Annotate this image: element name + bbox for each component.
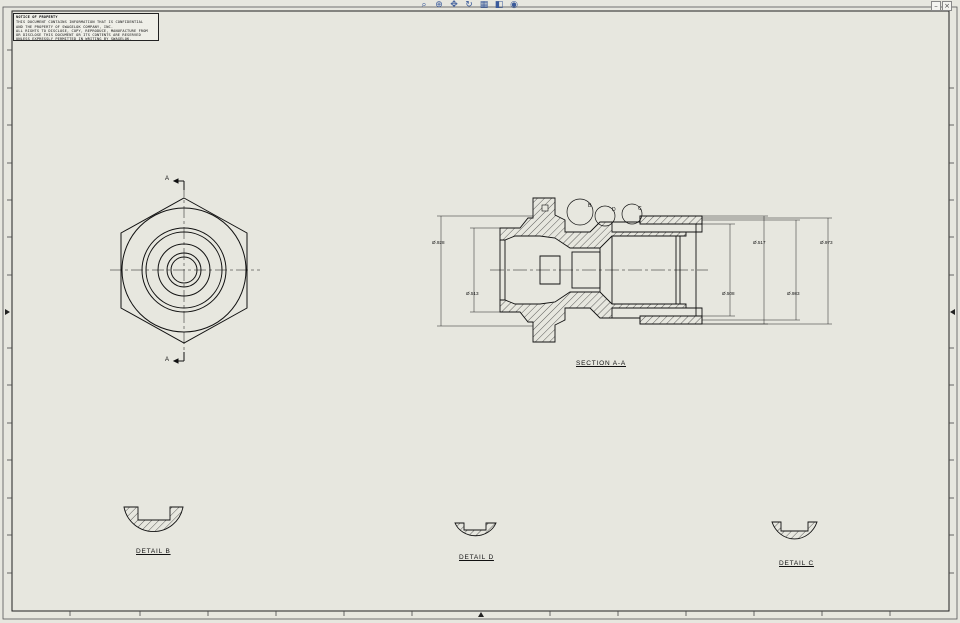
view-settings-icon[interactable]: ▦ <box>478 0 490 10</box>
pan-icon[interactable]: ✥ <box>448 0 460 10</box>
detail-d-label[interactable]: DETAIL D <box>459 554 494 561</box>
view-toolbar: ⌕ ⊕ ✥ ↻ ▦ ◧ ◉ <box>418 0 520 11</box>
detail-b-label[interactable]: DETAIL B <box>136 548 171 555</box>
detail-b-view[interactable] <box>123 506 184 532</box>
dimension-text[interactable]: Ø.983 <box>787 291 800 296</box>
dimension-text[interactable]: Ø.517 <box>753 240 766 245</box>
callout-b: B <box>588 203 592 209</box>
callout-c: C <box>638 206 642 212</box>
dimension-text[interactable]: Ø.513 <box>466 291 479 296</box>
section-title[interactable]: SECTION A-A <box>576 360 626 367</box>
detail-c-view[interactable] <box>771 521 818 540</box>
notice-line: UNLESS EXPRESSLY PERMITTED IN WRITING BY… <box>16 37 132 42</box>
display-style-icon[interactable]: ◧ <box>493 0 505 10</box>
zoom-area-icon[interactable]: ⊕ <box>433 0 445 10</box>
hide-show-icon[interactable]: ◉ <box>508 0 520 10</box>
section-cut-label-bottom: A <box>165 357 170 363</box>
section-cut-line <box>172 178 185 364</box>
notice-header: NOTICE OF PROPERTY <box>16 15 58 19</box>
detail-c-label[interactable]: DETAIL C <box>779 560 814 567</box>
zoom-fit-icon[interactable]: ⌕ <box>418 0 430 10</box>
detail-d-view[interactable] <box>454 522 497 537</box>
notice-box: NOTICE OF PROPERTY THIS DOCUMENT CONTAIN… <box>13 13 159 41</box>
dimension-text[interactable]: Ø.973 <box>820 240 833 245</box>
dimension-text[interactable]: Ø.508 <box>722 291 735 296</box>
front-view-hex[interactable] <box>110 185 260 360</box>
dimension-text[interactable]: Ø.928 <box>432 240 445 245</box>
section-view-a-a[interactable] <box>490 197 708 343</box>
callout-d: D <box>612 207 616 213</box>
rotate-icon[interactable]: ↻ <box>463 0 475 10</box>
close-button[interactable]: × <box>942 1 952 11</box>
section-cut-label-top: A <box>165 176 170 182</box>
drawing-sheet[interactable] <box>0 0 960 623</box>
minimize-button[interactable]: – <box>931 1 941 11</box>
notice-line: THIS DOCUMENT CONTAINS INFORMATION THAT … <box>16 20 144 25</box>
